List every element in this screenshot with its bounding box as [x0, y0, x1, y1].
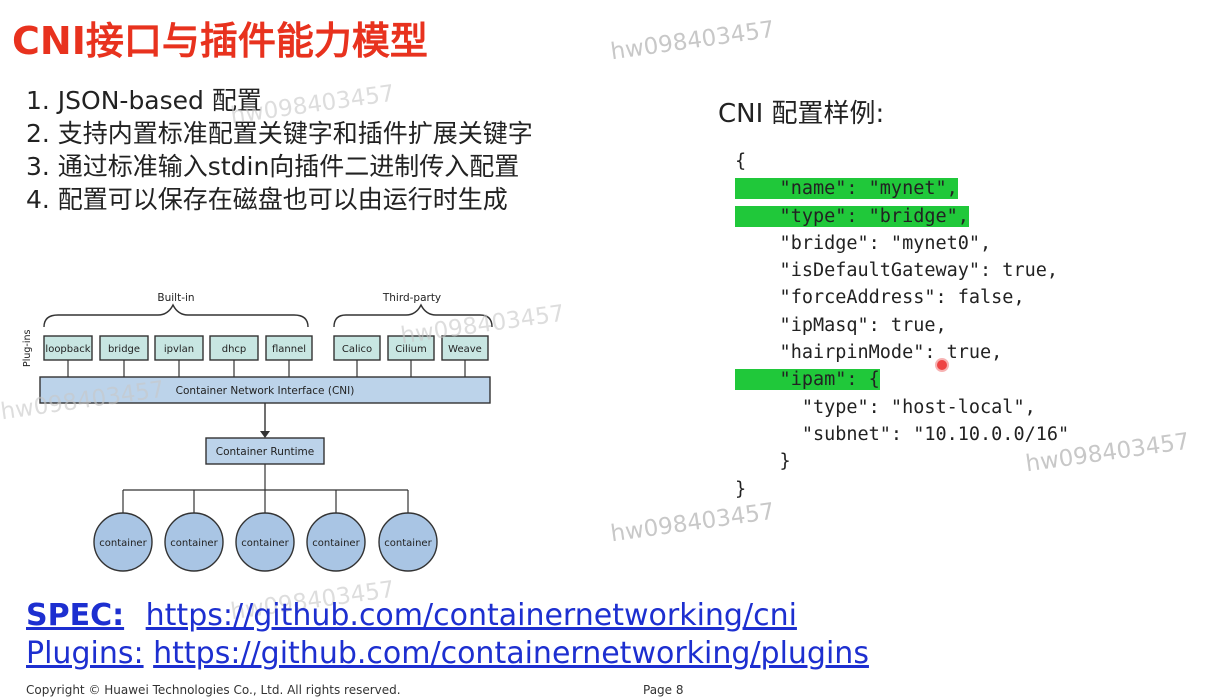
- pointer-cursor-icon: [935, 358, 949, 372]
- spec-label: SPEC:: [26, 598, 125, 633]
- svg-text:container: container: [384, 538, 432, 549]
- spec-url-link[interactable]: https://github.com/containernetworking/c…: [146, 598, 797, 633]
- code-line: "hairpinMode": true,: [735, 342, 1003, 364]
- arrow-down-icon: [260, 431, 270, 438]
- code-line: "ipMasq": true,: [735, 314, 947, 336]
- plugin-box-bridge: bridge: [99, 335, 149, 361]
- container-node: container: [164, 512, 224, 572]
- plugin-box-ipvlan: ipvlan: [154, 335, 204, 361]
- watermark: hw098403457: [608, 498, 777, 548]
- svg-text:Container Network Interface (C: Container Network Interface (CNI): [176, 385, 355, 397]
- code-line: "ipam": {: [735, 366, 1069, 393]
- plugin-box-dhcp: dhcp: [209, 335, 259, 361]
- slide-title: CNI接口与插件能力模型: [12, 19, 428, 63]
- svg-text:container: container: [99, 538, 147, 549]
- plugins-link-row: Plugins: https://github.com/containernet…: [26, 635, 869, 673]
- code-line: "isDefaultGateway": true,: [735, 260, 1059, 282]
- third-party-label: Third-party: [382, 292, 441, 304]
- plugin-connectors: [67, 360, 466, 377]
- feature-item: 3. 通过标准输入stdin向插件二进制传入配置: [26, 152, 520, 181]
- plugins-url-link[interactable]: https://github.com/containernetworking/p…: [153, 636, 869, 671]
- svg-text:Calico: Calico: [342, 344, 372, 355]
- svg-text:Container Runtime: Container Runtime: [216, 446, 315, 458]
- config-sample-title: CNI 配置样例:: [718, 99, 885, 129]
- container-runtime-box: Container Runtime: [205, 437, 325, 465]
- container-node: container: [235, 512, 295, 572]
- runtime-tree-lines: [122, 464, 409, 513]
- code-line: "name": "mynet",: [735, 175, 1069, 202]
- container-node: container: [378, 512, 438, 572]
- svg-text:loopback: loopback: [45, 344, 90, 355]
- svg-text:Weave: Weave: [448, 344, 482, 355]
- code-line: "bridge": "mynet0",: [735, 232, 992, 254]
- code-line: {: [735, 151, 747, 172]
- svg-text:container: container: [170, 538, 218, 549]
- built-in-brace: [43, 303, 309, 328]
- svg-text:ipvlan: ipvlan: [164, 344, 194, 355]
- plugin-box-loopback: loopback: [43, 335, 93, 361]
- reference-links: SPEC: https://github.com/containernetwor…: [26, 597, 869, 673]
- plugins-label: Plugins:: [26, 636, 144, 671]
- plug-ins-label: Plug-ins: [22, 329, 33, 367]
- svg-text:container: container: [312, 538, 360, 549]
- plugin-box-calico: Calico: [333, 335, 381, 361]
- built-in-label: Built-in: [157, 292, 194, 304]
- svg-text:dhcp: dhcp: [222, 344, 247, 355]
- footer-copyright: Copyright © Huawei Technologies Co., Ltd…: [26, 683, 401, 697]
- svg-text:bridge: bridge: [108, 344, 140, 355]
- code-highlight: "name": "mynet",: [735, 178, 958, 200]
- code-highlight: "type": "bridge",: [735, 205, 969, 227]
- code-highlight: "ipam": {: [735, 369, 880, 391]
- footer-page-number: Page 8: [643, 683, 684, 697]
- config-code-block: { "name": "mynet", "type": "bridge", "br…: [735, 148, 1069, 503]
- code-line: "forceAddress": false,: [735, 287, 1025, 309]
- svg-text:flannel: flannel: [272, 344, 306, 355]
- container-node: container: [306, 512, 366, 572]
- watermark: hw098403457: [608, 16, 777, 66]
- plugin-box-flannel: flannel: [265, 335, 313, 361]
- code-line: "type": "host-local",: [735, 396, 1036, 418]
- code-line: }: [735, 451, 791, 473]
- code-line: "type": "bridge",: [735, 203, 1069, 230]
- code-line: "subnet": "10.10.0.0/16": [735, 423, 1070, 445]
- feature-item: 4. 配置可以保存在磁盘也可以由运行时生成: [26, 185, 508, 214]
- spec-link-row: SPEC: https://github.com/containernetwor…: [26, 597, 869, 635]
- container-node: container: [93, 512, 153, 572]
- code-line: }: [735, 478, 747, 500]
- svg-text:container: container: [241, 538, 289, 549]
